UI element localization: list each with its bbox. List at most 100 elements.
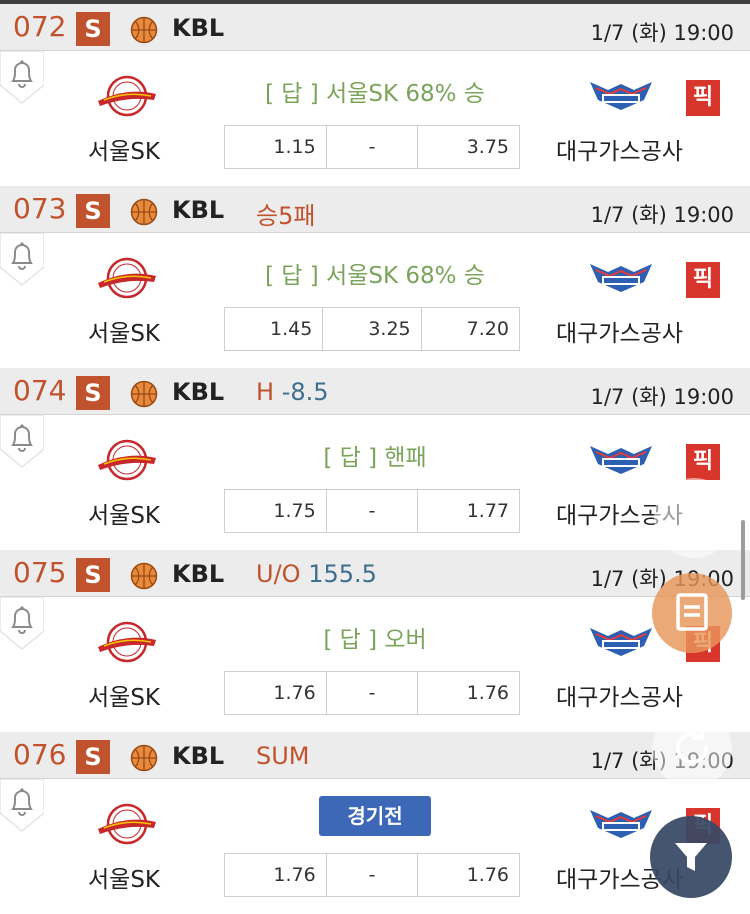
home-team-name: 서울SK	[88, 867, 161, 893]
home-team-logo	[98, 257, 156, 299]
odds-home[interactable]: 1.75	[225, 490, 327, 532]
refresh-icon	[676, 728, 708, 764]
league-label: KBL	[172, 196, 225, 224]
pick-button[interactable]: 픽	[686, 262, 720, 298]
pick-button[interactable]: 픽	[686, 444, 720, 480]
game-header: 076 S KBL SUM 1/7 (화) 19:00	[0, 732, 750, 779]
bell-icon[interactable]	[0, 779, 44, 835]
home-team-logo	[98, 75, 156, 117]
market-tag-value: 155.5	[308, 560, 377, 588]
game-number: 074	[13, 374, 67, 407]
game-number: 075	[13, 556, 67, 589]
answer-text: [ 답 ] 서울SK 68% 승	[265, 81, 485, 107]
game-card: 072 S KBL 1/7 (화) 19:00 [ 답 ] 서울SK 68% 승…	[0, 4, 750, 186]
scrollbar[interactable]	[741, 520, 745, 600]
game-number: 076	[13, 738, 67, 771]
game-card: 073 S KBL 승5패 1/7 (화) 19:00 [ 답 ] 서울SK 6…	[0, 186, 750, 368]
away-team-name: 대구가스공사	[556, 321, 683, 347]
home-team-name: 서울SK	[88, 321, 161, 347]
away-team-logo	[590, 446, 652, 474]
game-header: 073 S KBL 승5패 1/7 (화) 19:00	[0, 186, 750, 233]
league-label: KBL	[172, 378, 225, 406]
odds-row: 1.75 - 1.77	[224, 489, 520, 533]
home-team-logo	[98, 439, 156, 481]
s-badge: S	[76, 376, 110, 410]
odds-row: 1.45 3.25 7.20	[224, 307, 520, 351]
chevron-up-icon	[682, 510, 706, 526]
game-card: 076 S KBL SUM 1/7 (화) 19:00 경기전 픽 서울SK 1…	[0, 732, 750, 914]
game-number: 073	[13, 192, 67, 225]
league-label: KBL	[172, 14, 225, 42]
odds-away[interactable]: 1.77	[418, 490, 519, 532]
away-team-name: 대구가스공사	[556, 685, 683, 711]
answer-text: [ 답 ] 오버	[323, 627, 427, 653]
home-team-name: 서울SK	[88, 503, 161, 529]
basketball-icon	[130, 562, 158, 590]
market-tag-type: U/O	[256, 560, 301, 588]
bell-icon[interactable]	[0, 233, 44, 289]
odds-home[interactable]: 1.15	[225, 126, 327, 168]
answer-text: [ 답 ] 핸패	[323, 445, 427, 471]
odds-home[interactable]: 1.76	[225, 672, 327, 714]
game-datetime: 1/7 (화) 19:00	[590, 21, 734, 45]
game-card: 074 S KBL H -8.5 1/7 (화) 19:00 [ 답 ] 핸패 …	[0, 368, 750, 550]
odds-draw[interactable]: -	[327, 854, 419, 896]
market-tag-type: SUM	[256, 742, 310, 770]
s-badge: S	[76, 740, 110, 774]
home-team-name: 서울SK	[88, 139, 161, 165]
game-header: 072 S KBL 1/7 (화) 19:00	[0, 4, 750, 51]
market-tag: U/O 155.5	[256, 560, 377, 588]
game-datetime: 1/7 (화) 19:00	[590, 385, 734, 409]
market-tag-type: H	[256, 378, 275, 406]
s-badge: S	[76, 194, 110, 228]
market-tag: H -8.5	[256, 378, 329, 406]
away-team-name: 대구가스공사	[556, 139, 683, 165]
bell-icon[interactable]	[0, 415, 44, 471]
odds-draw[interactable]: -	[327, 672, 419, 714]
league-label: KBL	[172, 742, 225, 770]
filter-button[interactable]	[650, 816, 732, 898]
home-team-name: 서울SK	[88, 685, 161, 711]
s-badge: S	[76, 12, 110, 46]
home-team-logo	[98, 621, 156, 663]
home-team-logo	[98, 803, 156, 845]
filter-icon	[675, 843, 707, 871]
pick-button[interactable]: 픽	[686, 80, 720, 116]
bell-icon[interactable]	[0, 597, 44, 653]
market-tag: 승5패	[256, 196, 315, 231]
basketball-icon	[130, 198, 158, 226]
pregame-button[interactable]: 경기전	[319, 796, 431, 836]
market-tag: SUM	[256, 742, 310, 770]
odds-row: 1.15 - 3.75	[224, 125, 520, 169]
league-label: KBL	[172, 560, 225, 588]
away-team-logo	[590, 628, 652, 656]
refresh-button[interactable]	[652, 708, 732, 788]
odds-away[interactable]: 3.75	[418, 126, 519, 168]
odds-draw[interactable]: -	[327, 490, 419, 532]
odds-draw[interactable]: 3.25	[323, 308, 422, 350]
game-header: 074 S KBL H -8.5 1/7 (화) 19:00	[0, 368, 750, 415]
odds-away[interactable]: 7.20	[422, 308, 519, 350]
list-icon	[676, 593, 708, 631]
odds-home[interactable]: 1.45	[225, 308, 324, 350]
game-datetime: 1/7 (화) 19:00	[590, 203, 734, 227]
odds-draw[interactable]: -	[327, 126, 419, 168]
scroll-top-button[interactable]	[654, 478, 734, 558]
away-team-logo	[590, 810, 652, 838]
list-button[interactable]	[652, 573, 732, 653]
odds-row: 1.76 - 1.76	[224, 671, 520, 715]
away-team-logo	[590, 82, 652, 110]
basketball-icon	[130, 16, 158, 44]
market-tag-type: 승5패	[256, 202, 316, 230]
odds-home[interactable]: 1.76	[225, 854, 327, 896]
away-team-logo	[590, 264, 652, 292]
s-badge: S	[76, 558, 110, 592]
game-header: 075 S KBL U/O 155.5 1/7 (화) 19:00	[0, 550, 750, 597]
odds-row: 1.76 - 1.76	[224, 853, 520, 897]
answer-text: [ 답 ] 서울SK 68% 승	[265, 263, 485, 289]
market-tag-value: -8.5	[281, 378, 329, 406]
bell-icon[interactable]	[0, 51, 44, 107]
game-number: 072	[13, 10, 67, 43]
odds-away[interactable]: 1.76	[418, 672, 519, 714]
odds-away[interactable]: 1.76	[418, 854, 519, 896]
